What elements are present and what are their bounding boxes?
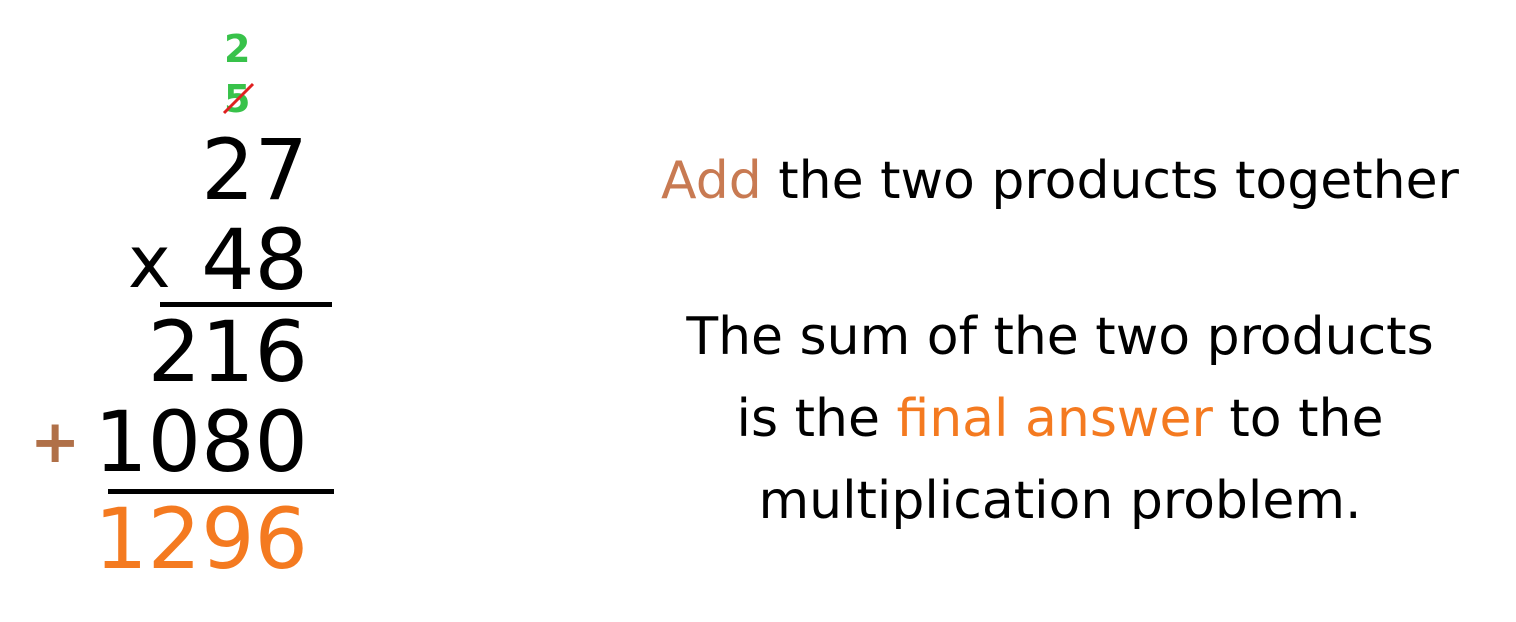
carry-digit-new: 2	[224, 27, 251, 71]
heading-rest: the two products together	[761, 151, 1459, 211]
explanation-line-2-end: to the	[1212, 389, 1384, 449]
final-answer-value: 1296	[94, 490, 308, 588]
explanation-line-2: is the final answer to the	[560, 378, 1516, 460]
partial-product-1-value: 216	[147, 303, 308, 401]
partial-product-1: 216	[0, 310, 320, 394]
explanation-line-1: The sum of the two products	[686, 307, 1434, 367]
heading-highlight-add: Add	[661, 151, 762, 211]
final-answer-highlight: final answer	[896, 389, 1213, 449]
final-answer: 1296	[0, 497, 320, 581]
explanation-paragraph: The sum of the two products is the final…	[560, 296, 1516, 542]
multiplier-value: 48	[201, 211, 308, 309]
partial-product-2: 1080	[0, 400, 320, 484]
instruction-heading: Add the two products together	[560, 150, 1516, 212]
multiplicand-value: 27	[201, 121, 308, 219]
multiplicand: 27	[0, 128, 320, 212]
explanation-line-2-start: is the	[736, 389, 897, 449]
partial-product-2-value: 1080	[94, 393, 308, 491]
multiplier: 48	[0, 218, 320, 302]
explanation-line-3: multiplication problem.	[758, 471, 1362, 531]
strike-through-mark	[222, 82, 255, 115]
